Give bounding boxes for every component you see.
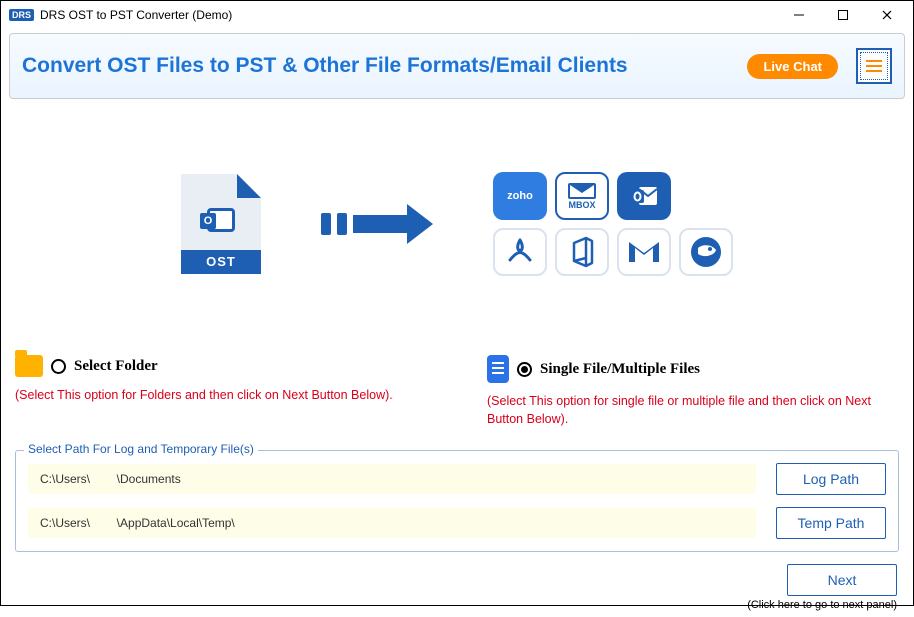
- log-path-input[interactable]: [28, 464, 756, 494]
- close-button[interactable]: [865, 1, 909, 29]
- live-chat-button[interactable]: Live Chat: [747, 54, 838, 79]
- minimize-button[interactable]: [777, 1, 821, 29]
- menu-button[interactable]: [856, 48, 892, 84]
- single-file-radio[interactable]: [517, 362, 532, 377]
- ost-file-icon: OST: [181, 174, 261, 274]
- zoho-icon: zoho: [493, 172, 547, 220]
- mbox-icon: MBOX: [555, 172, 609, 220]
- single-file-label: Single File/Multiple Files: [540, 361, 700, 378]
- log-path-button[interactable]: Log Path: [776, 463, 886, 495]
- app-logo: DRS: [9, 9, 34, 21]
- ost-label: OST: [181, 250, 261, 274]
- single-file-desc: (Select This option for single file or m…: [487, 393, 899, 428]
- select-folder-desc: (Select This option for Folders and then…: [15, 387, 427, 405]
- next-hint: (Click here to go to next panel): [747, 599, 897, 611]
- illustration: OST zoho MBOX: [15, 129, 899, 319]
- target-apps: zoho MBOX: [493, 172, 733, 276]
- maximize-button[interactable]: [821, 1, 865, 29]
- hamburger-icon: [865, 59, 883, 73]
- temp-path-input[interactable]: [28, 508, 756, 538]
- paths-fieldset: Select Path For Log and Temporary File(s…: [15, 450, 899, 552]
- select-folder-radio[interactable]: [51, 359, 66, 374]
- titlebar: DRS DRS OST to PST Converter (Demo): [1, 1, 913, 29]
- single-file-option: Single File/Multiple Files (Select This …: [487, 355, 899, 428]
- header-title: Convert OST Files to PST & Other File Fo…: [22, 54, 628, 78]
- window-title: DRS OST to PST Converter (Demo): [40, 8, 232, 22]
- office365-icon: [555, 228, 609, 276]
- select-folder-label: Select Folder: [74, 358, 158, 375]
- outlook-icon: [617, 172, 671, 220]
- arrow-icon: [321, 204, 433, 244]
- temp-path-button[interactable]: Temp Path: [776, 507, 886, 539]
- thunderbird-icon: [679, 228, 733, 276]
- select-folder-option: Select Folder (Select This option for Fo…: [15, 355, 427, 428]
- header-bar: Convert OST Files to PST & Other File Fo…: [9, 33, 905, 99]
- paths-legend: Select Path For Log and Temporary File(s…: [24, 442, 258, 456]
- pdf-icon: [493, 228, 547, 276]
- folder-icon: [15, 355, 43, 377]
- gmail-icon: [617, 228, 671, 276]
- next-button[interactable]: Next: [787, 564, 897, 596]
- document-icon: [487, 355, 509, 383]
